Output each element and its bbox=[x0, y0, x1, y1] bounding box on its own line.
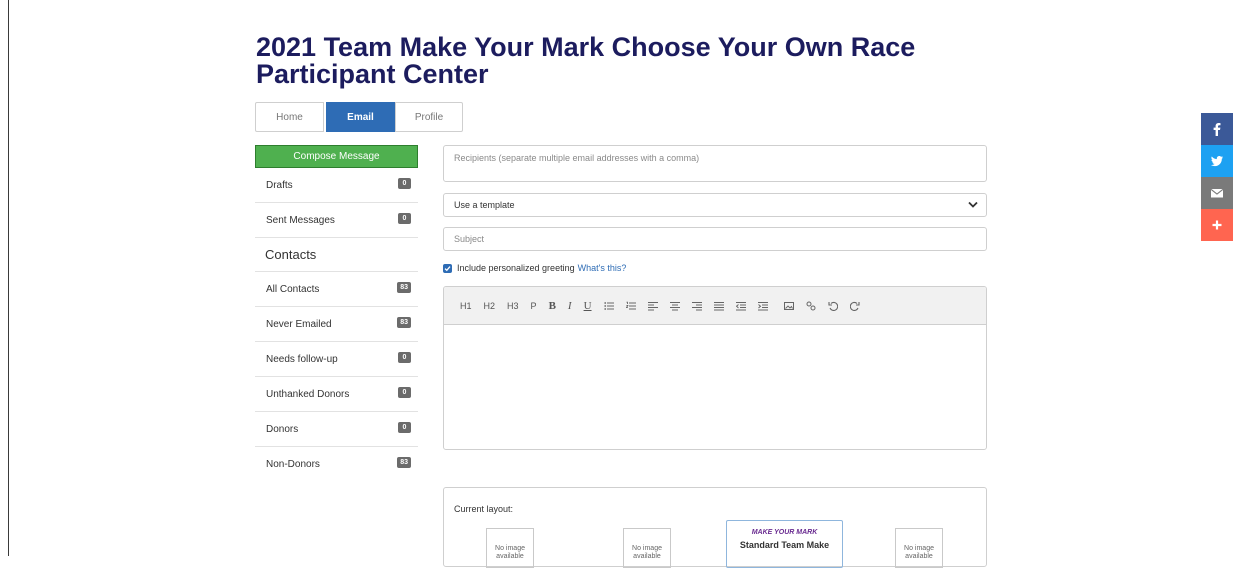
editor-body[interactable] bbox=[444, 325, 986, 449]
count-badge: 0 bbox=[398, 422, 411, 433]
layout-thumb-standard[interactable]: MAKE YOUR MARK Standard Team Make bbox=[726, 520, 843, 568]
heading1-button[interactable]: H1 bbox=[460, 299, 472, 313]
layout-thumb-4[interactable]: No image available bbox=[895, 528, 943, 568]
subject-input[interactable]: Subject bbox=[443, 227, 987, 251]
link-icon[interactable] bbox=[806, 299, 816, 313]
email-share-button[interactable] bbox=[1201, 177, 1233, 209]
twitter-share-button[interactable] bbox=[1201, 145, 1233, 177]
sidebar-item-label: Never Emailed bbox=[266, 318, 332, 330]
layout-thumb-1[interactable]: No image available bbox=[486, 528, 534, 568]
compose-message-button[interactable]: Compose Message bbox=[255, 145, 418, 168]
twitter-icon bbox=[1211, 156, 1223, 167]
greeting-label: Include personalized greeting bbox=[457, 263, 575, 273]
facebook-icon bbox=[1213, 123, 1221, 136]
email-sidebar: Compose Message Drafts 0 Sent Messages 0… bbox=[255, 145, 418, 482]
greeting-option: Include personalized greeting What's thi… bbox=[443, 261, 987, 275]
message-editor: H1 H2 H3 P B I U bbox=[443, 286, 987, 450]
layout-title: Standard Team Make bbox=[739, 540, 830, 550]
layout-picker: Current layout: No image available No ima… bbox=[443, 487, 987, 568]
redo-icon[interactable] bbox=[849, 299, 860, 313]
tab-profile[interactable]: Profile bbox=[395, 102, 463, 132]
numbered-list-icon[interactable] bbox=[625, 299, 636, 313]
thumb-text: available bbox=[496, 553, 524, 560]
sidebar-item-label: All Contacts bbox=[266, 283, 320, 295]
bold-button[interactable]: B bbox=[549, 299, 556, 313]
facebook-share-button[interactable] bbox=[1201, 113, 1233, 145]
sidebar-item-label: Sent Messages bbox=[266, 214, 335, 226]
outdent-icon[interactable] bbox=[735, 299, 746, 313]
italic-button[interactable]: I bbox=[568, 299, 572, 313]
tab-email[interactable]: Email bbox=[326, 102, 395, 132]
heading3-button[interactable]: H3 bbox=[507, 299, 519, 313]
count-badge: 83 bbox=[397, 457, 411, 468]
undo-icon[interactable] bbox=[827, 299, 838, 313]
image-icon[interactable] bbox=[783, 299, 794, 313]
sidebar-item-never-emailed[interactable]: Never Emailed 83 bbox=[255, 307, 418, 342]
thumb-text: No image bbox=[904, 545, 934, 552]
sidebar-item-non-donors[interactable]: Non-Donors 83 bbox=[255, 447, 418, 482]
count-badge: 0 bbox=[398, 178, 411, 189]
count-badge: 0 bbox=[398, 352, 411, 363]
sidebar-item-donors[interactable]: Donors 0 bbox=[255, 412, 418, 447]
thumb-text: No image bbox=[632, 545, 662, 552]
heading2-button[interactable]: H2 bbox=[484, 299, 496, 313]
page-title: 2021 Team Make Your Mark Choose Your Own… bbox=[256, 32, 916, 89]
nav-tabs: Home Email Profile bbox=[255, 102, 463, 132]
count-badge: 0 bbox=[398, 387, 411, 398]
count-badge: 83 bbox=[397, 282, 411, 293]
align-right-icon[interactable] bbox=[691, 299, 702, 313]
current-layout-label: Current layout: bbox=[454, 504, 514, 514]
align-justify-icon[interactable] bbox=[713, 299, 724, 313]
underline-button[interactable]: U bbox=[584, 299, 592, 313]
template-select-value: Use a template bbox=[454, 200, 515, 210]
sidebar-item-label: Drafts bbox=[266, 179, 293, 191]
thumb-text: No image bbox=[495, 545, 525, 552]
sidebar-item-label: Non-Donors bbox=[266, 459, 320, 470]
align-center-icon[interactable] bbox=[669, 299, 680, 313]
check-icon bbox=[444, 265, 451, 271]
align-left-icon[interactable] bbox=[647, 299, 658, 313]
editor-toolbar: H1 H2 H3 P B I U bbox=[444, 287, 986, 325]
envelope-icon bbox=[1210, 188, 1224, 198]
count-badge: 0 bbox=[398, 213, 411, 224]
compose-form: Recipients (separate multiple email addr… bbox=[443, 145, 987, 450]
whats-this-link[interactable]: What's this? bbox=[578, 263, 627, 273]
count-badge: 83 bbox=[397, 317, 411, 328]
chevron-down-icon bbox=[968, 201, 978, 208]
sidebar-item-unthanked-donors[interactable]: Unthanked Donors 0 bbox=[255, 377, 418, 412]
plus-icon bbox=[1212, 220, 1222, 230]
recipients-input[interactable]: Recipients (separate multiple email addr… bbox=[443, 145, 987, 182]
greeting-checkbox[interactable] bbox=[443, 263, 452, 273]
indent-icon[interactable] bbox=[757, 299, 768, 313]
thumb-text: available bbox=[905, 553, 933, 560]
social-share-bar bbox=[1201, 113, 1233, 241]
sidebar-item-label: Donors bbox=[266, 423, 299, 435]
sidebar-item-all-contacts[interactable]: All Contacts 83 bbox=[255, 272, 418, 307]
more-share-button[interactable] bbox=[1201, 209, 1233, 241]
tab-home[interactable]: Home bbox=[255, 102, 324, 132]
sidebar-item-needs-follow-up[interactable]: Needs follow-up 0 bbox=[255, 342, 418, 377]
contacts-heading: Contacts bbox=[255, 238, 418, 272]
paragraph-button[interactable]: P bbox=[531, 299, 537, 313]
thumb-text: available bbox=[633, 553, 661, 560]
sidebar-item-label: Needs follow-up bbox=[266, 353, 338, 365]
template-select[interactable]: Use a template bbox=[443, 193, 987, 217]
sidebar-item-label: Unthanked Donors bbox=[266, 388, 350, 400]
left-border bbox=[8, 0, 9, 556]
layout-thumb-2[interactable]: No image available bbox=[623, 528, 671, 568]
sidebar-item-sent-messages[interactable]: Sent Messages 0 bbox=[255, 203, 418, 238]
bullet-list-icon[interactable] bbox=[603, 299, 614, 313]
make-your-mark-logo: MAKE YOUR MARK bbox=[751, 529, 818, 536]
sidebar-item-drafts[interactable]: Drafts 0 bbox=[255, 168, 418, 203]
